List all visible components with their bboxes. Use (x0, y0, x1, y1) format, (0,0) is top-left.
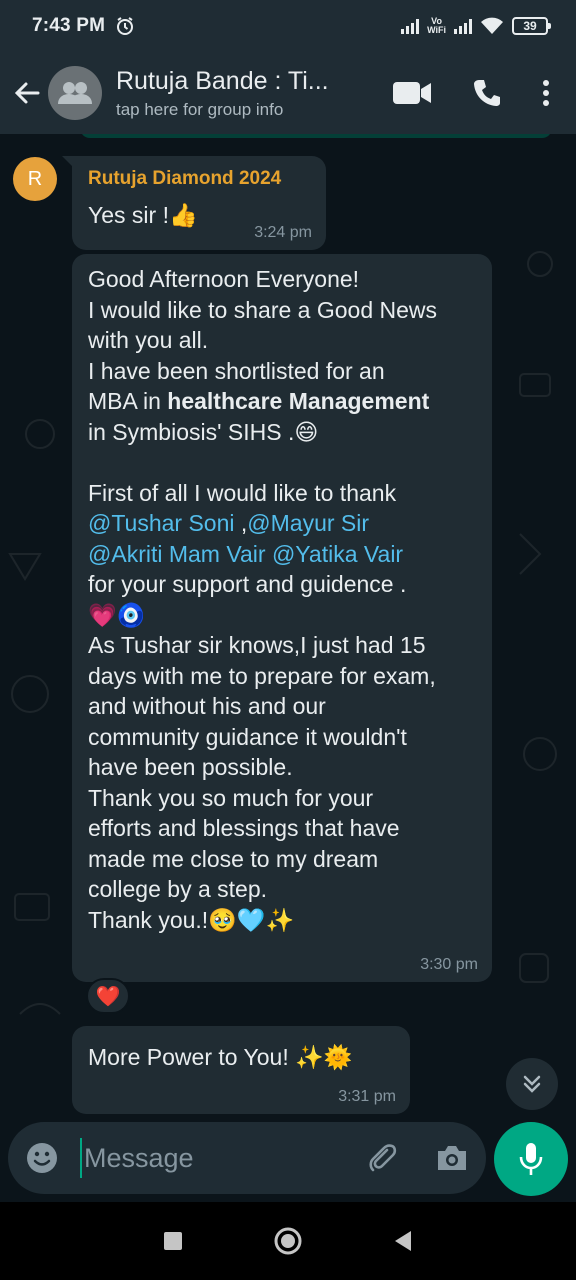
reaction-heart[interactable]: ❤️ (86, 978, 130, 1014)
video-call-icon[interactable] (392, 80, 432, 106)
chat-area[interactable]: R Rutuja Diamond 2024 Yes sir !👍 3:24 pm… (0, 134, 576, 1124)
vowifi-icon: Vo WiFi (427, 16, 446, 35)
voice-call-icon[interactable] (472, 78, 502, 108)
attach-button[interactable] (362, 1138, 402, 1178)
microphone-icon (519, 1143, 543, 1175)
group-icon (58, 82, 92, 104)
message-time: 3:24 pm (254, 224, 312, 241)
message-time: 3:30 pm (420, 956, 478, 973)
previous-message-edge (80, 134, 552, 138)
message-time: 3:31 pm (338, 1088, 396, 1105)
message-text: More Power to You! ✨🌞 (88, 1044, 353, 1070)
alarm-icon (117, 17, 134, 35)
sender-name[interactable]: Rutuja Diamond 2024 (88, 168, 310, 190)
message-bubble[interactable]: More Power to You! ✨🌞 3:31 pm (72, 1026, 410, 1114)
emoji-icon (27, 1143, 57, 1173)
more-options-icon[interactable] (542, 79, 550, 107)
double-chevron-down-icon (523, 1075, 541, 1093)
scroll-to-bottom-button[interactable] (506, 1058, 558, 1110)
back-nav-icon[interactable] (393, 1230, 413, 1252)
message-bubble[interactable]: Rutuja Diamond 2024 Yes sir !👍 3:24 pm (62, 156, 326, 250)
chat-subtitle: tap here for group info (116, 99, 284, 119)
back-button[interactable] (2, 63, 52, 123)
status-time: 7:43 PM (32, 15, 106, 36)
emoji-button[interactable] (22, 1138, 62, 1178)
composer: Message (0, 1122, 576, 1202)
mention-link[interactable]: @Akriti Mam Vair (88, 541, 266, 567)
signal-icon-2 (454, 18, 472, 34)
message-placeholder: Message (84, 1142, 194, 1173)
group-info[interactable]: Rutuja Bande : Ti... tap here for group … (116, 67, 366, 120)
wifi-icon (481, 17, 503, 34)
home-icon[interactable] (273, 1226, 303, 1256)
recent-apps-icon[interactable] (163, 1231, 183, 1251)
system-nav-bar (0, 1202, 576, 1280)
battery-icon: 39 (512, 17, 551, 35)
sender-avatar[interactable]: R (13, 157, 57, 201)
status-bar: 7:43 PM Vo WiFi 39 (0, 0, 576, 52)
message-text: Good Afternoon Everyone! I would like to… (88, 266, 438, 933)
paperclip-icon (369, 1144, 397, 1172)
message-input-container: Message (8, 1122, 486, 1194)
message-input[interactable]: Message (80, 1138, 350, 1178)
mention-link[interactable]: @Tushar Soni (88, 510, 235, 536)
signal-icon (401, 18, 420, 34)
mention-link[interactable]: @Mayur Sir (247, 510, 369, 536)
reaction-emoji: ❤️ (95, 985, 121, 1008)
voice-message-button[interactable] (494, 1122, 568, 1196)
arrow-left-icon (14, 82, 40, 104)
mention-link[interactable]: @Yatika Vair (272, 541, 403, 567)
chat-header: Rutuja Bande : Ti... tap here for group … (0, 52, 576, 134)
camera-button[interactable] (432, 1138, 472, 1178)
group-avatar[interactable] (48, 66, 102, 120)
message-bubble[interactable]: Good Afternoon Everyone! I would like to… (72, 254, 492, 982)
chat-title: Rutuja Bande : Ti... (116, 66, 329, 95)
camera-icon (438, 1146, 466, 1170)
